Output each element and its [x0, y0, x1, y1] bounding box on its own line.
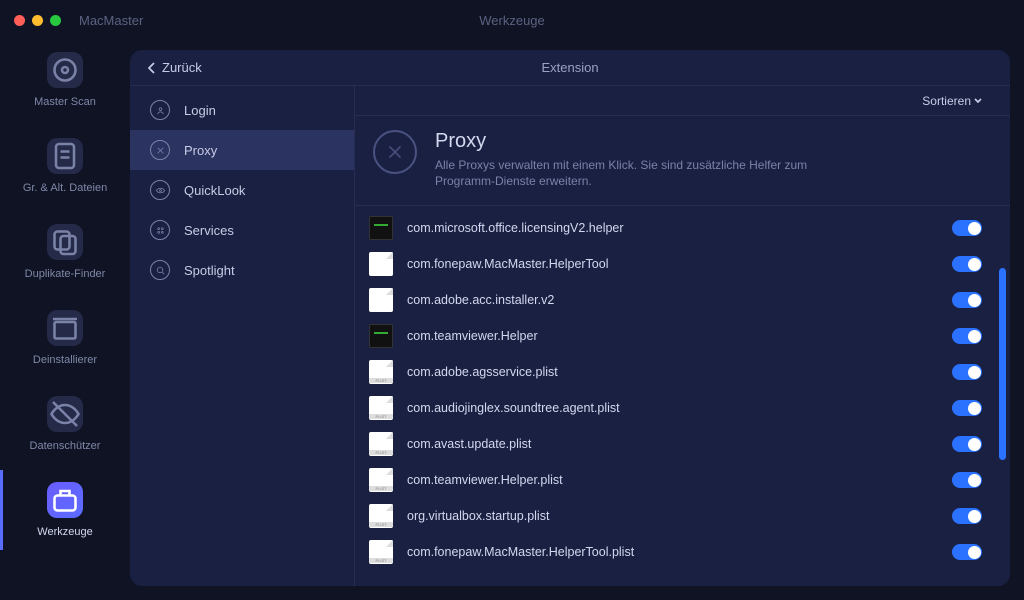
search-icon — [150, 260, 170, 280]
back-button[interactable]: Zurück — [148, 60, 202, 75]
plist-file-icon — [369, 504, 393, 528]
item-name: com.teamviewer.Helper — [407, 329, 938, 343]
hero-desc: Alle Proxys verwalten mit einem Klick. S… — [435, 157, 855, 189]
list-item[interactable]: com.fonepaw.MacMaster.HelperTool — [355, 246, 1010, 282]
sidebar-item-label: Gr. & Alt. Dateien — [23, 182, 107, 194]
sidebar-item-label: Deinstallierer — [33, 354, 97, 366]
window-title: Werkzeuge — [479, 13, 545, 28]
document-icon — [47, 138, 83, 174]
sidebar-item-privacy[interactable]: Datenschützer — [0, 390, 130, 458]
item-name: com.audiojinglex.soundtree.agent.plist — [407, 401, 938, 415]
plist-file-icon — [369, 540, 393, 564]
item-name: com.avast.update.plist — [407, 437, 938, 451]
hero-title: Proxy — [435, 130, 855, 153]
sidebar-item-label: Master Scan — [34, 96, 96, 108]
minimize-icon[interactable] — [32, 15, 43, 26]
target-icon — [47, 52, 83, 88]
enable-toggle[interactable] — [952, 292, 982, 308]
sidebar-item-duplicates[interactable]: Duplikate-Finder — [0, 218, 130, 286]
chevron-down-icon — [974, 98, 982, 103]
item-name: org.virtualbox.startup.plist — [407, 509, 938, 523]
list-item[interactable]: com.adobe.agsservice.plist — [355, 354, 1010, 390]
enable-toggle[interactable] — [952, 472, 982, 488]
category-quicklook[interactable]: QuickLook — [130, 170, 354, 210]
blank-file-icon — [369, 288, 393, 312]
list-item[interactable]: com.teamviewer.Helper.plist — [355, 462, 1010, 498]
eye-off-icon — [47, 396, 83, 432]
enable-toggle[interactable] — [952, 328, 982, 344]
enable-toggle[interactable] — [952, 220, 982, 236]
plist-file-icon — [369, 360, 393, 384]
category-label: Login — [184, 103, 216, 118]
category-label: Spotlight — [184, 263, 235, 278]
user-icon — [150, 100, 170, 120]
category-spotlight[interactable]: Spotlight — [130, 250, 354, 290]
sort-button[interactable]: Sortieren — [922, 94, 982, 108]
blank-file-icon — [369, 252, 393, 276]
enable-toggle[interactable] — [952, 400, 982, 416]
category-proxy[interactable]: Proxy — [130, 130, 354, 170]
sidebar-item-tools[interactable]: Werkzeuge — [0, 476, 130, 544]
category-services[interactable]: Services — [130, 210, 354, 250]
sidebar-item-label: Duplikate-Finder — [25, 268, 106, 280]
sidebar-item-uninstall[interactable]: Deinstallierer — [0, 304, 130, 372]
category-label: QuickLook — [184, 183, 245, 198]
panel-title: Extension — [541, 60, 598, 75]
titlebar: MacMaster Werkzeuge — [0, 0, 1024, 40]
plist-file-icon — [369, 432, 393, 456]
panel-header: Zurück Extension — [130, 50, 1010, 86]
plist-file-icon — [369, 468, 393, 492]
grid-icon — [150, 220, 170, 240]
section-hero: Proxy Alle Proxys verwalten mit einem Kl… — [355, 116, 1010, 206]
exec-file-icon — [369, 324, 393, 348]
back-label: Zurück — [162, 60, 202, 75]
sort-bar: Sortieren — [355, 86, 1010, 116]
plist-file-icon — [369, 396, 393, 420]
sidebar: Master Scan Gr. & Alt. Dateien Duplikate… — [0, 40, 130, 600]
category-login[interactable]: Login — [130, 90, 354, 130]
category-label: Services — [184, 223, 234, 238]
scrollbar[interactable] — [999, 268, 1006, 460]
item-name: com.fonepaw.MacMaster.HelperTool.plist — [407, 545, 938, 559]
enable-toggle[interactable] — [952, 436, 982, 452]
proxy-icon — [150, 140, 170, 160]
enable-toggle[interactable] — [952, 544, 982, 560]
proxy-icon — [373, 130, 417, 174]
sidebar-item-largefiles[interactable]: Gr. & Alt. Dateien — [0, 132, 130, 200]
list-item[interactable]: com.fonepaw.MacMaster.HelperTool.plist — [355, 534, 1010, 570]
list-item[interactable]: com.adobe.acc.installer.v2 — [355, 282, 1010, 318]
app-name: MacMaster — [79, 13, 143, 28]
item-name: com.adobe.acc.installer.v2 — [407, 293, 938, 307]
toolbox-icon — [47, 482, 83, 518]
sidebar-item-masterscan[interactable]: Master Scan — [0, 46, 130, 114]
category-label: Proxy — [184, 143, 217, 158]
close-icon[interactable] — [14, 15, 25, 26]
list-item[interactable]: com.microsoft.office.licensingV2.helper — [355, 210, 1010, 246]
window-controls — [14, 15, 61, 26]
item-name: com.teamviewer.Helper.plist — [407, 473, 938, 487]
enable-toggle[interactable] — [952, 508, 982, 524]
category-list: Login Proxy QuickLook Services — [130, 86, 355, 586]
sort-label: Sortieren — [922, 94, 971, 108]
sidebar-item-label: Datenschützer — [30, 440, 101, 452]
eye-icon — [150, 180, 170, 200]
copy-icon — [47, 224, 83, 260]
panel: Zurück Extension Login Proxy — [130, 50, 1010, 586]
item-list[interactable]: com.microsoft.office.licensingV2.helper c… — [355, 206, 1010, 586]
list-item[interactable]: com.audiojinglex.soundtree.agent.plist — [355, 390, 1010, 426]
archive-icon — [47, 310, 83, 346]
item-name: com.fonepaw.MacMaster.HelperTool — [407, 257, 938, 271]
list-item[interactable]: org.virtualbox.startup.plist — [355, 498, 1010, 534]
list-item[interactable]: com.avast.update.plist — [355, 426, 1010, 462]
exec-file-icon — [369, 216, 393, 240]
sidebar-item-label: Werkzeuge — [37, 526, 92, 538]
enable-toggle[interactable] — [952, 256, 982, 272]
item-name: com.adobe.agsservice.plist — [407, 365, 938, 379]
item-name: com.microsoft.office.licensingV2.helper — [407, 221, 938, 235]
maximize-icon[interactable] — [50, 15, 61, 26]
enable-toggle[interactable] — [952, 364, 982, 380]
list-item[interactable]: com.teamviewer.Helper — [355, 318, 1010, 354]
